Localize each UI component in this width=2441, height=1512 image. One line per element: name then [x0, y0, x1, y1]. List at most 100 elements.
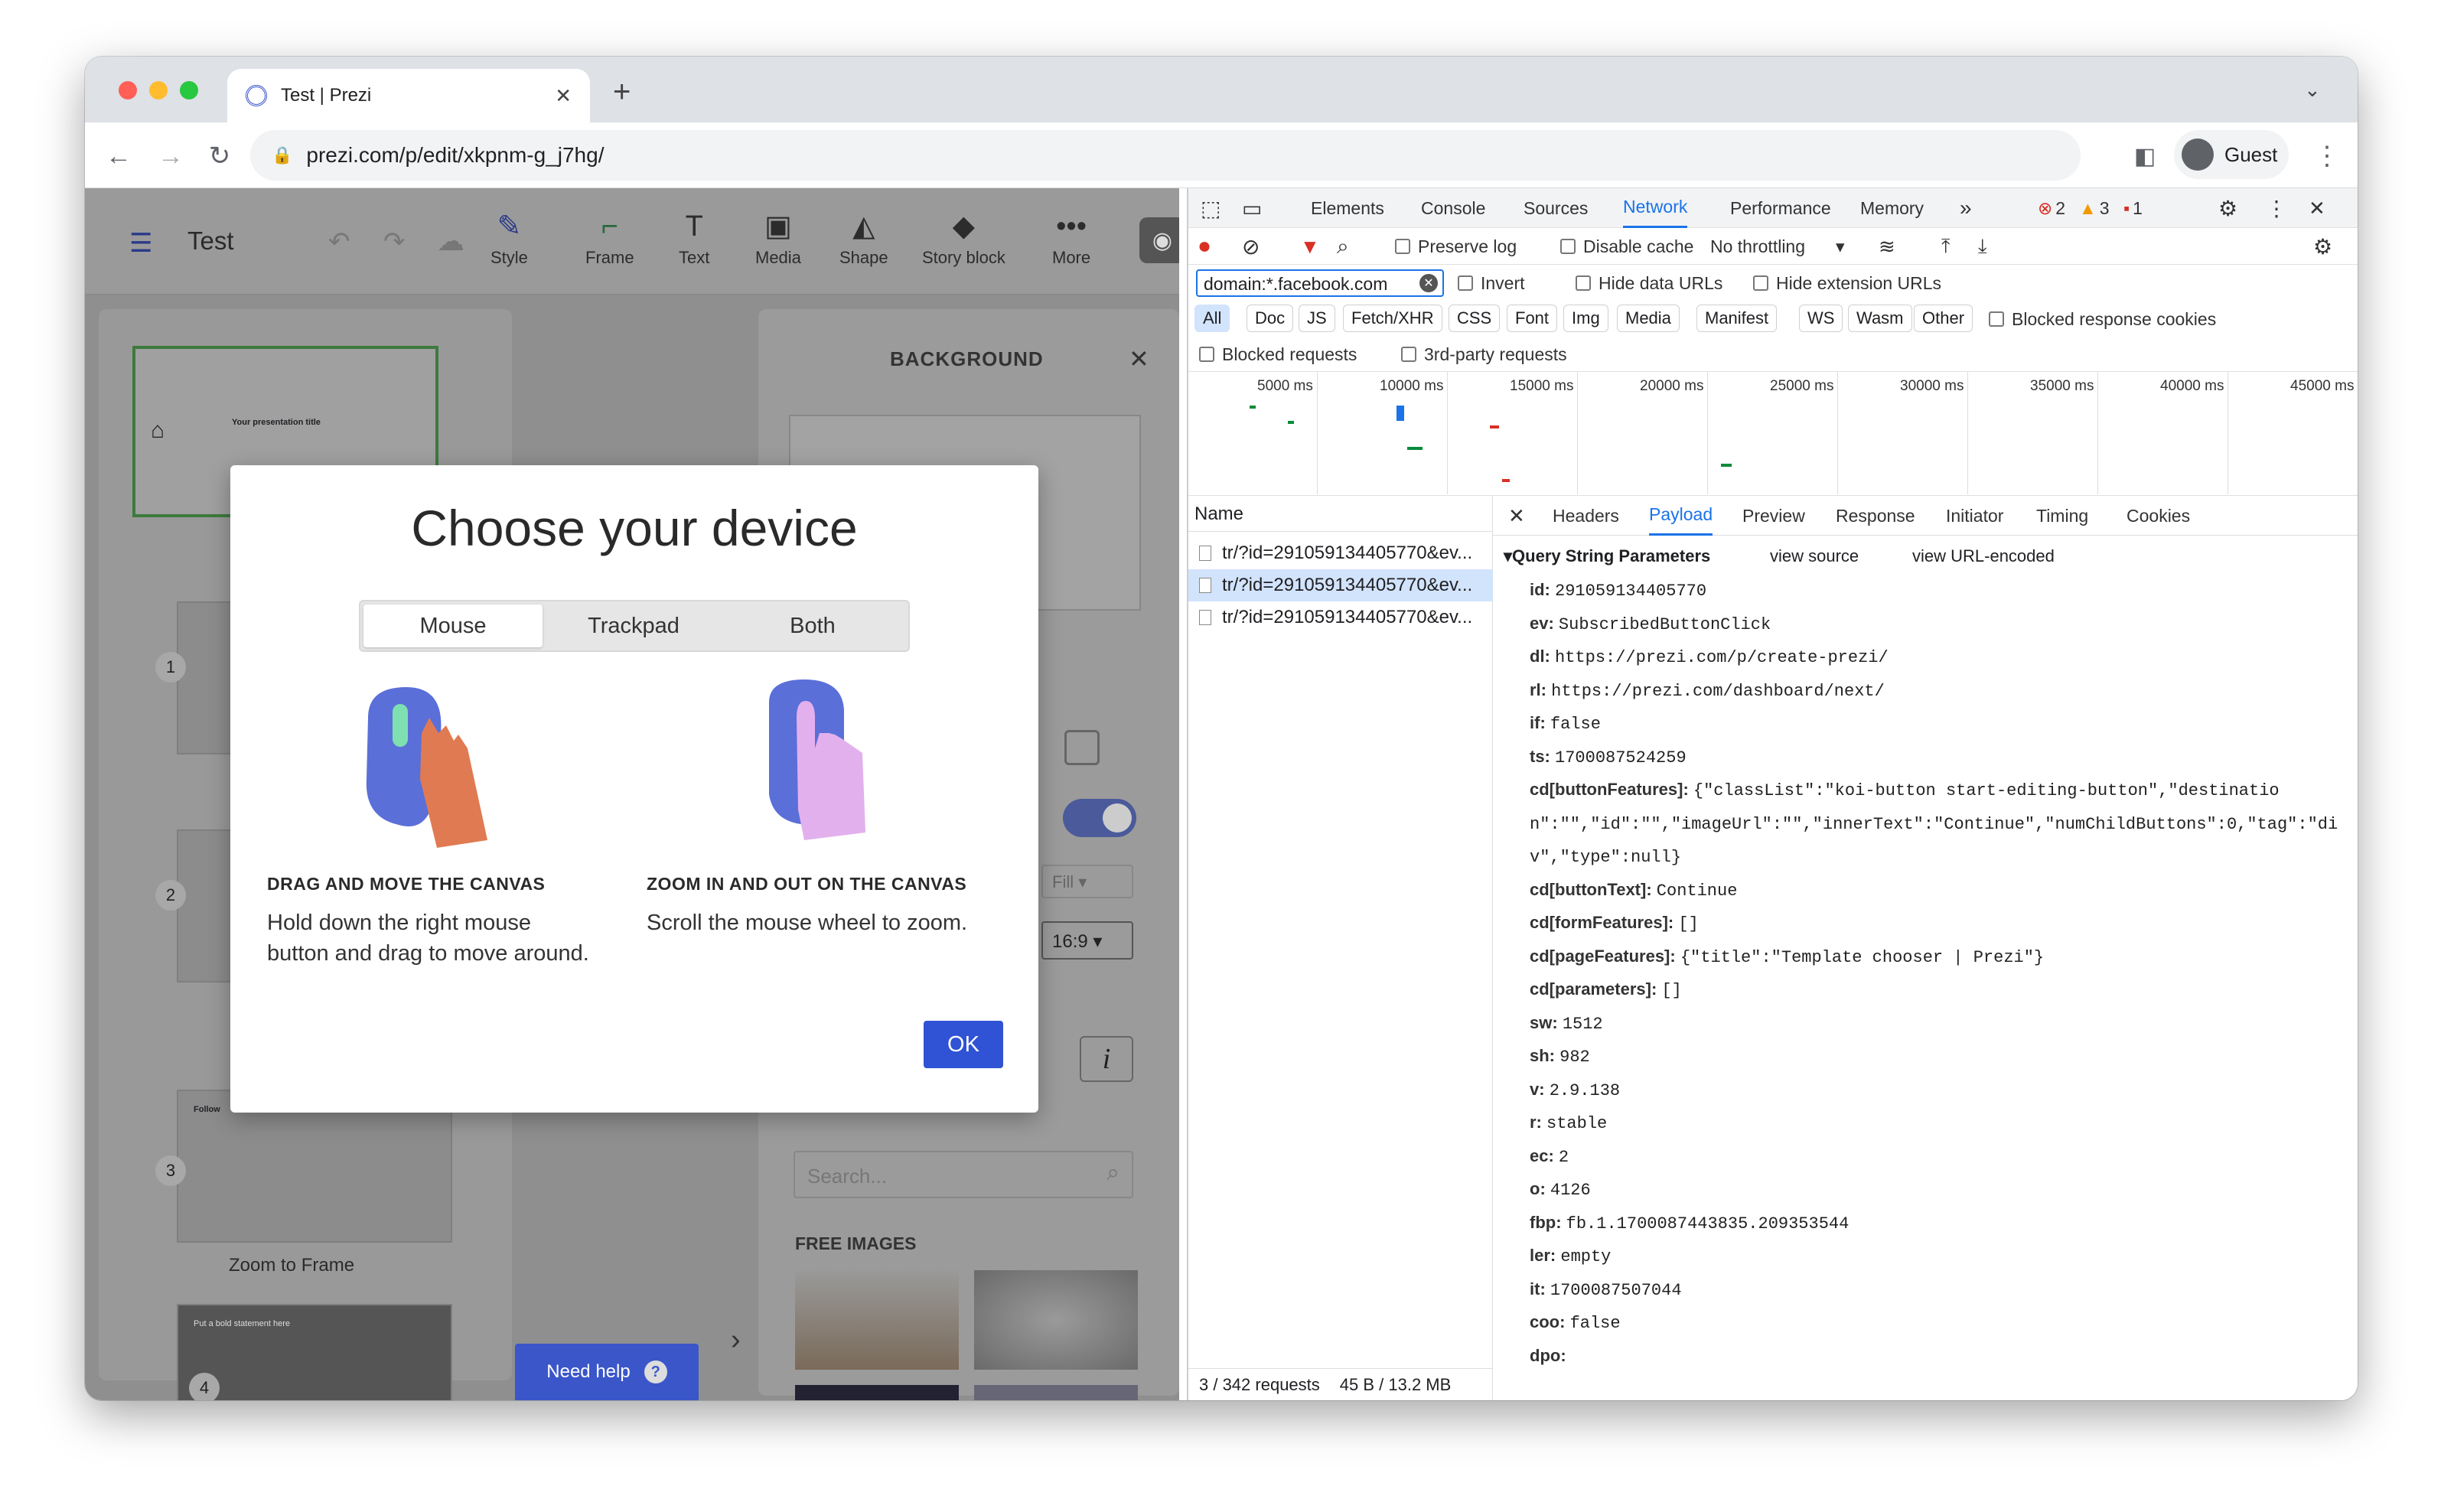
text-tool[interactable]: T Text	[679, 211, 709, 268]
need-help-button[interactable]: Need help?	[515, 1344, 699, 1400]
tab-console[interactable]: Console	[1421, 188, 1485, 228]
throttling-select[interactable]: No throttling ▾	[1710, 228, 1845, 265]
side-panel-icon[interactable]: ◧	[2122, 133, 2168, 179]
tab-timing[interactable]: Timing	[2036, 496, 2088, 536]
settings-gear-icon[interactable]: ⚙	[2218, 188, 2237, 228]
warning-count[interactable]: ▲ 3	[2079, 188, 2110, 228]
close-panel-icon[interactable]: ✕	[1129, 344, 1149, 373]
tab-search-icon[interactable]: ⌄	[2304, 78, 2321, 102]
type-filter[interactable]: WS	[1799, 305, 1843, 332]
view-url-encoded-link[interactable]: view URL-encoded	[1912, 546, 2055, 566]
next-arrow-icon[interactable]: ›	[731, 1324, 741, 1357]
type-filter[interactable]: Img	[1563, 305, 1608, 332]
preserve-log-checkbox[interactable]: Preserve log	[1395, 228, 1517, 265]
type-filter[interactable]: Fetch/XHR	[1343, 305, 1442, 332]
shape-tool[interactable]: ◭ Shape	[839, 211, 888, 268]
tab-preview[interactable]: Preview	[1742, 496, 1805, 536]
device-toolbar-icon[interactable]: ▭	[1242, 188, 1262, 228]
free-image[interactable]	[974, 1385, 1138, 1400]
maximize-window-button[interactable]	[180, 81, 198, 99]
fill-select[interactable]: Fill ▾	[1041, 865, 1133, 898]
tab-initiator[interactable]: Initiator	[1946, 496, 2003, 536]
request-row[interactable]: tr/?id=291059134405770&ev...	[1188, 537, 1493, 569]
tab-headers[interactable]: Headers	[1553, 496, 1619, 536]
reload-icon[interactable]: ↻	[197, 133, 243, 179]
tab-elements[interactable]: Elements	[1311, 188, 1384, 228]
tab-performance[interactable]: Performance	[1730, 188, 1831, 228]
presentation-title[interactable]: Test	[187, 226, 234, 256]
network-settings-icon[interactable]: ⚙	[2313, 228, 2332, 265]
frame-tool[interactable]: ⌐ Frame	[585, 211, 634, 268]
close-details-icon[interactable]: ✕	[1508, 496, 1525, 536]
image-search-input[interactable]: Search... ⌕	[794, 1151, 1133, 1198]
type-filter[interactable]: Doc	[1247, 305, 1294, 332]
type-filter[interactable]: Media	[1617, 305, 1680, 332]
issue-count[interactable]: ▪ 1	[2123, 188, 2143, 228]
request-row-selected[interactable]: tr/?id=291059134405770&ev...	[1188, 569, 1493, 601]
hide-extension-urls-checkbox[interactable]: Hide extension URLs	[1753, 265, 1941, 301]
back-icon[interactable]: ←	[96, 133, 142, 179]
more-tabs-icon[interactable]: »	[1960, 188, 1972, 228]
preview-eye-icon[interactable]: ◉	[1139, 217, 1179, 263]
mouse-option[interactable]: Mouse	[363, 604, 543, 647]
devtools-menu-icon[interactable]: ⋮	[2266, 188, 2287, 228]
name-column-header[interactable]: Name	[1194, 503, 1243, 525]
blocked-cookies-checkbox[interactable]: Blocked response cookies	[1989, 301, 2216, 337]
export-har-icon[interactable]: ⤓	[1978, 228, 1987, 265]
ok-button[interactable]: OK	[924, 1021, 1003, 1068]
free-image[interactable]	[795, 1270, 959, 1370]
request-row[interactable]: tr/?id=291059134405770&ev...	[1188, 601, 1493, 634]
free-image[interactable]	[795, 1385, 959, 1400]
address-bar[interactable]: 🔒 prezi.com/p/edit/xkpnm-g_j7hg/	[250, 130, 2081, 181]
frame-thumbnail-3[interactable]: Follow	[177, 1090, 452, 1243]
info-icon[interactable]: i	[1080, 1036, 1133, 1082]
record-icon[interactable]: ⏺	[1199, 228, 1210, 265]
type-filter[interactable]: Other	[1914, 305, 1973, 332]
network-conditions-icon[interactable]: ≋	[1879, 228, 1895, 265]
tab-cookies[interactable]: Cookies	[2127, 496, 2190, 536]
browser-menu-icon[interactable]: ⋮	[2304, 133, 2350, 179]
new-tab-icon[interactable]: +	[613, 75, 631, 109]
forward-icon[interactable]: →	[148, 133, 194, 179]
style-tool[interactable]: ✎ Style	[490, 211, 528, 268]
undo-icon[interactable]: ↶	[328, 226, 350, 257]
inspect-element-icon[interactable]: ⬚	[1201, 188, 1220, 228]
filter-input[interactable]: domain:*.facebook.com ✕	[1196, 269, 1444, 297]
clear-filter-icon[interactable]: ✕	[1419, 274, 1438, 292]
minimize-window-button[interactable]	[149, 81, 168, 99]
close-window-button[interactable]	[119, 81, 137, 99]
profile-button[interactable]: Guest	[2174, 130, 2289, 179]
both-option[interactable]: Both	[723, 604, 902, 647]
error-count[interactable]: ⊗ 2	[2038, 188, 2065, 228]
clear-icon[interactable]: ⊘	[1242, 228, 1260, 265]
tab-sources[interactable]: Sources	[1524, 188, 1588, 228]
search-icon[interactable]: ⌕	[1337, 228, 1349, 265]
tab-payload[interactable]: Payload	[1649, 496, 1713, 536]
hide-data-urls-checkbox[interactable]: Hide data URLs	[1576, 265, 1722, 301]
close-tab-icon[interactable]: ✕	[555, 84, 572, 108]
ratio-select[interactable]: 16:9 ▾	[1041, 921, 1133, 960]
trackpad-option[interactable]: Trackpad	[544, 604, 723, 647]
type-filter[interactable]: All	[1194, 305, 1230, 332]
disable-cache-checkbox[interactable]: Disable cache	[1560, 228, 1693, 265]
close-devtools-icon[interactable]: ✕	[2309, 188, 2325, 228]
type-filter[interactable]: Wasm	[1848, 305, 1912, 332]
more-tool[interactable]: ••• More	[1052, 211, 1090, 268]
filter-icon[interactable]: ▼	[1300, 228, 1320, 265]
type-filter[interactable]: Font	[1507, 305, 1558, 332]
redo-icon[interactable]: ↷	[383, 226, 406, 257]
media-tool[interactable]: ▣ Media	[755, 211, 801, 268]
tab-network[interactable]: Network	[1623, 188, 1688, 228]
type-filter[interactable]: JS	[1299, 305, 1335, 332]
third-party-checkbox[interactable]: 3rd-party requests	[1401, 337, 1567, 372]
zoom-to-frame-label[interactable]: Zoom to Frame	[229, 1255, 354, 1276]
type-filter[interactable]: Manifest	[1696, 305, 1778, 332]
type-filter[interactable]: CSS	[1449, 305, 1501, 332]
query-params-heading[interactable]: ▾Query String Parameters	[1504, 546, 1710, 566]
free-image[interactable]	[974, 1270, 1138, 1370]
story-block-tool[interactable]: ◆ Story block	[922, 211, 1005, 268]
browser-tab[interactable]: Test | Prezi ✕	[227, 69, 590, 122]
view-source-link[interactable]: view source	[1770, 546, 1859, 566]
tab-response[interactable]: Response	[1836, 496, 1915, 536]
blocked-requests-checkbox[interactable]: Blocked requests	[1199, 337, 1357, 372]
